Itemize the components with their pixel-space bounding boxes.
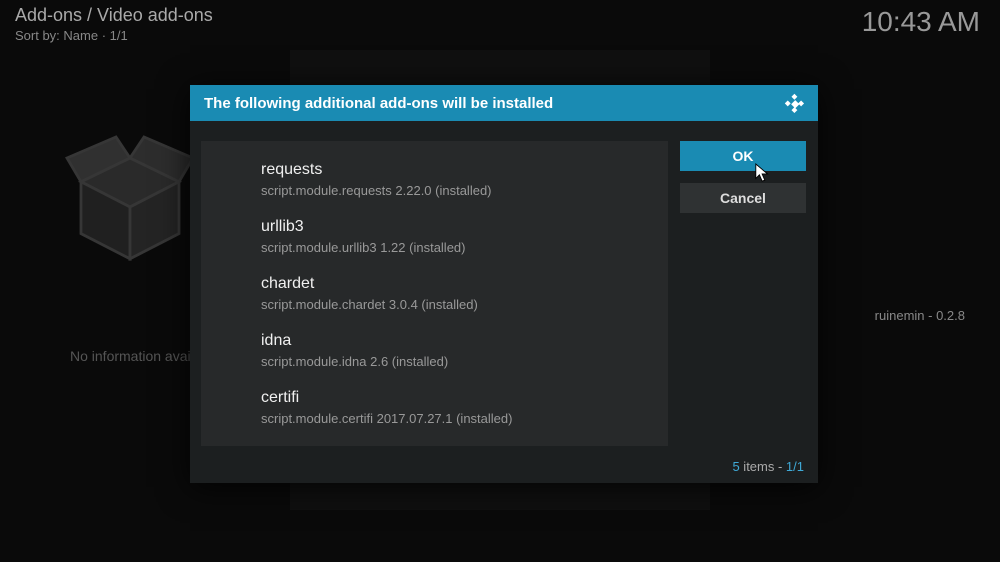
list-item[interactable]: idna script.module.idna 2.6 (installed) bbox=[201, 322, 668, 379]
cancel-button[interactable]: Cancel bbox=[680, 183, 806, 213]
list-item[interactable]: certifi script.module.certifi 2017.07.27… bbox=[201, 379, 668, 436]
dialog-header: The following additional add-ons will be… bbox=[190, 85, 818, 121]
addon-name: chardet bbox=[261, 275, 668, 293]
list-item[interactable]: chardet script.module.chardet 3.0.4 (ins… bbox=[201, 265, 668, 322]
kodi-logo-icon bbox=[784, 93, 804, 113]
sort-info: Sort by: Name · 1/1 bbox=[15, 28, 985, 43]
install-addons-dialog: The following additional add-ons will be… bbox=[190, 85, 818, 483]
list-item[interactable]: requests script.module.requests 2.22.0 (… bbox=[201, 151, 668, 208]
dialog-footer: 5 items - 1/1 bbox=[190, 455, 818, 483]
footer-page: 1/1 bbox=[786, 459, 804, 474]
clock: 10:43 AM bbox=[862, 6, 980, 38]
addon-detail: script.module.requests 2.22.0 (installed… bbox=[261, 183, 668, 198]
dialog-buttons: OK Cancel bbox=[668, 121, 818, 455]
ok-button[interactable]: OK bbox=[680, 141, 806, 171]
header: Add-ons / Video add-ons Sort by: Name · … bbox=[15, 5, 985, 43]
list-item[interactable]: urllib3 script.module.urllib3 1.22 (inst… bbox=[201, 208, 668, 265]
addon-detail: script.module.idna 2.6 (installed) bbox=[261, 354, 668, 369]
addon-name: idna bbox=[261, 332, 668, 350]
sort-label: Sort by: Name bbox=[15, 28, 98, 43]
addon-detail: script.module.certifi 2017.07.27.1 (inst… bbox=[261, 411, 668, 426]
sort-separator: · bbox=[102, 28, 110, 43]
addon-version-label: ruinemin - 0.2.8 bbox=[875, 308, 965, 323]
dialog-body: requests script.module.requests 2.22.0 (… bbox=[190, 121, 818, 455]
addon-detail: script.module.chardet 3.0.4 (installed) bbox=[261, 297, 668, 312]
footer-items-word: items - bbox=[740, 459, 786, 474]
addon-name: requests bbox=[261, 161, 668, 179]
addon-name: certifi bbox=[261, 389, 668, 407]
addon-name: urllib3 bbox=[261, 218, 668, 236]
dialog-title: The following additional add-ons will be… bbox=[204, 95, 553, 112]
addon-detail: script.module.urllib3 1.22 (installed) bbox=[261, 240, 668, 255]
package-icon bbox=[60, 130, 200, 270]
breadcrumb: Add-ons / Video add-ons bbox=[15, 5, 985, 26]
footer-count: 5 bbox=[732, 459, 739, 474]
sort-page: 1/1 bbox=[110, 28, 128, 43]
addon-list[interactable]: requests script.module.requests 2.22.0 (… bbox=[201, 141, 668, 446]
